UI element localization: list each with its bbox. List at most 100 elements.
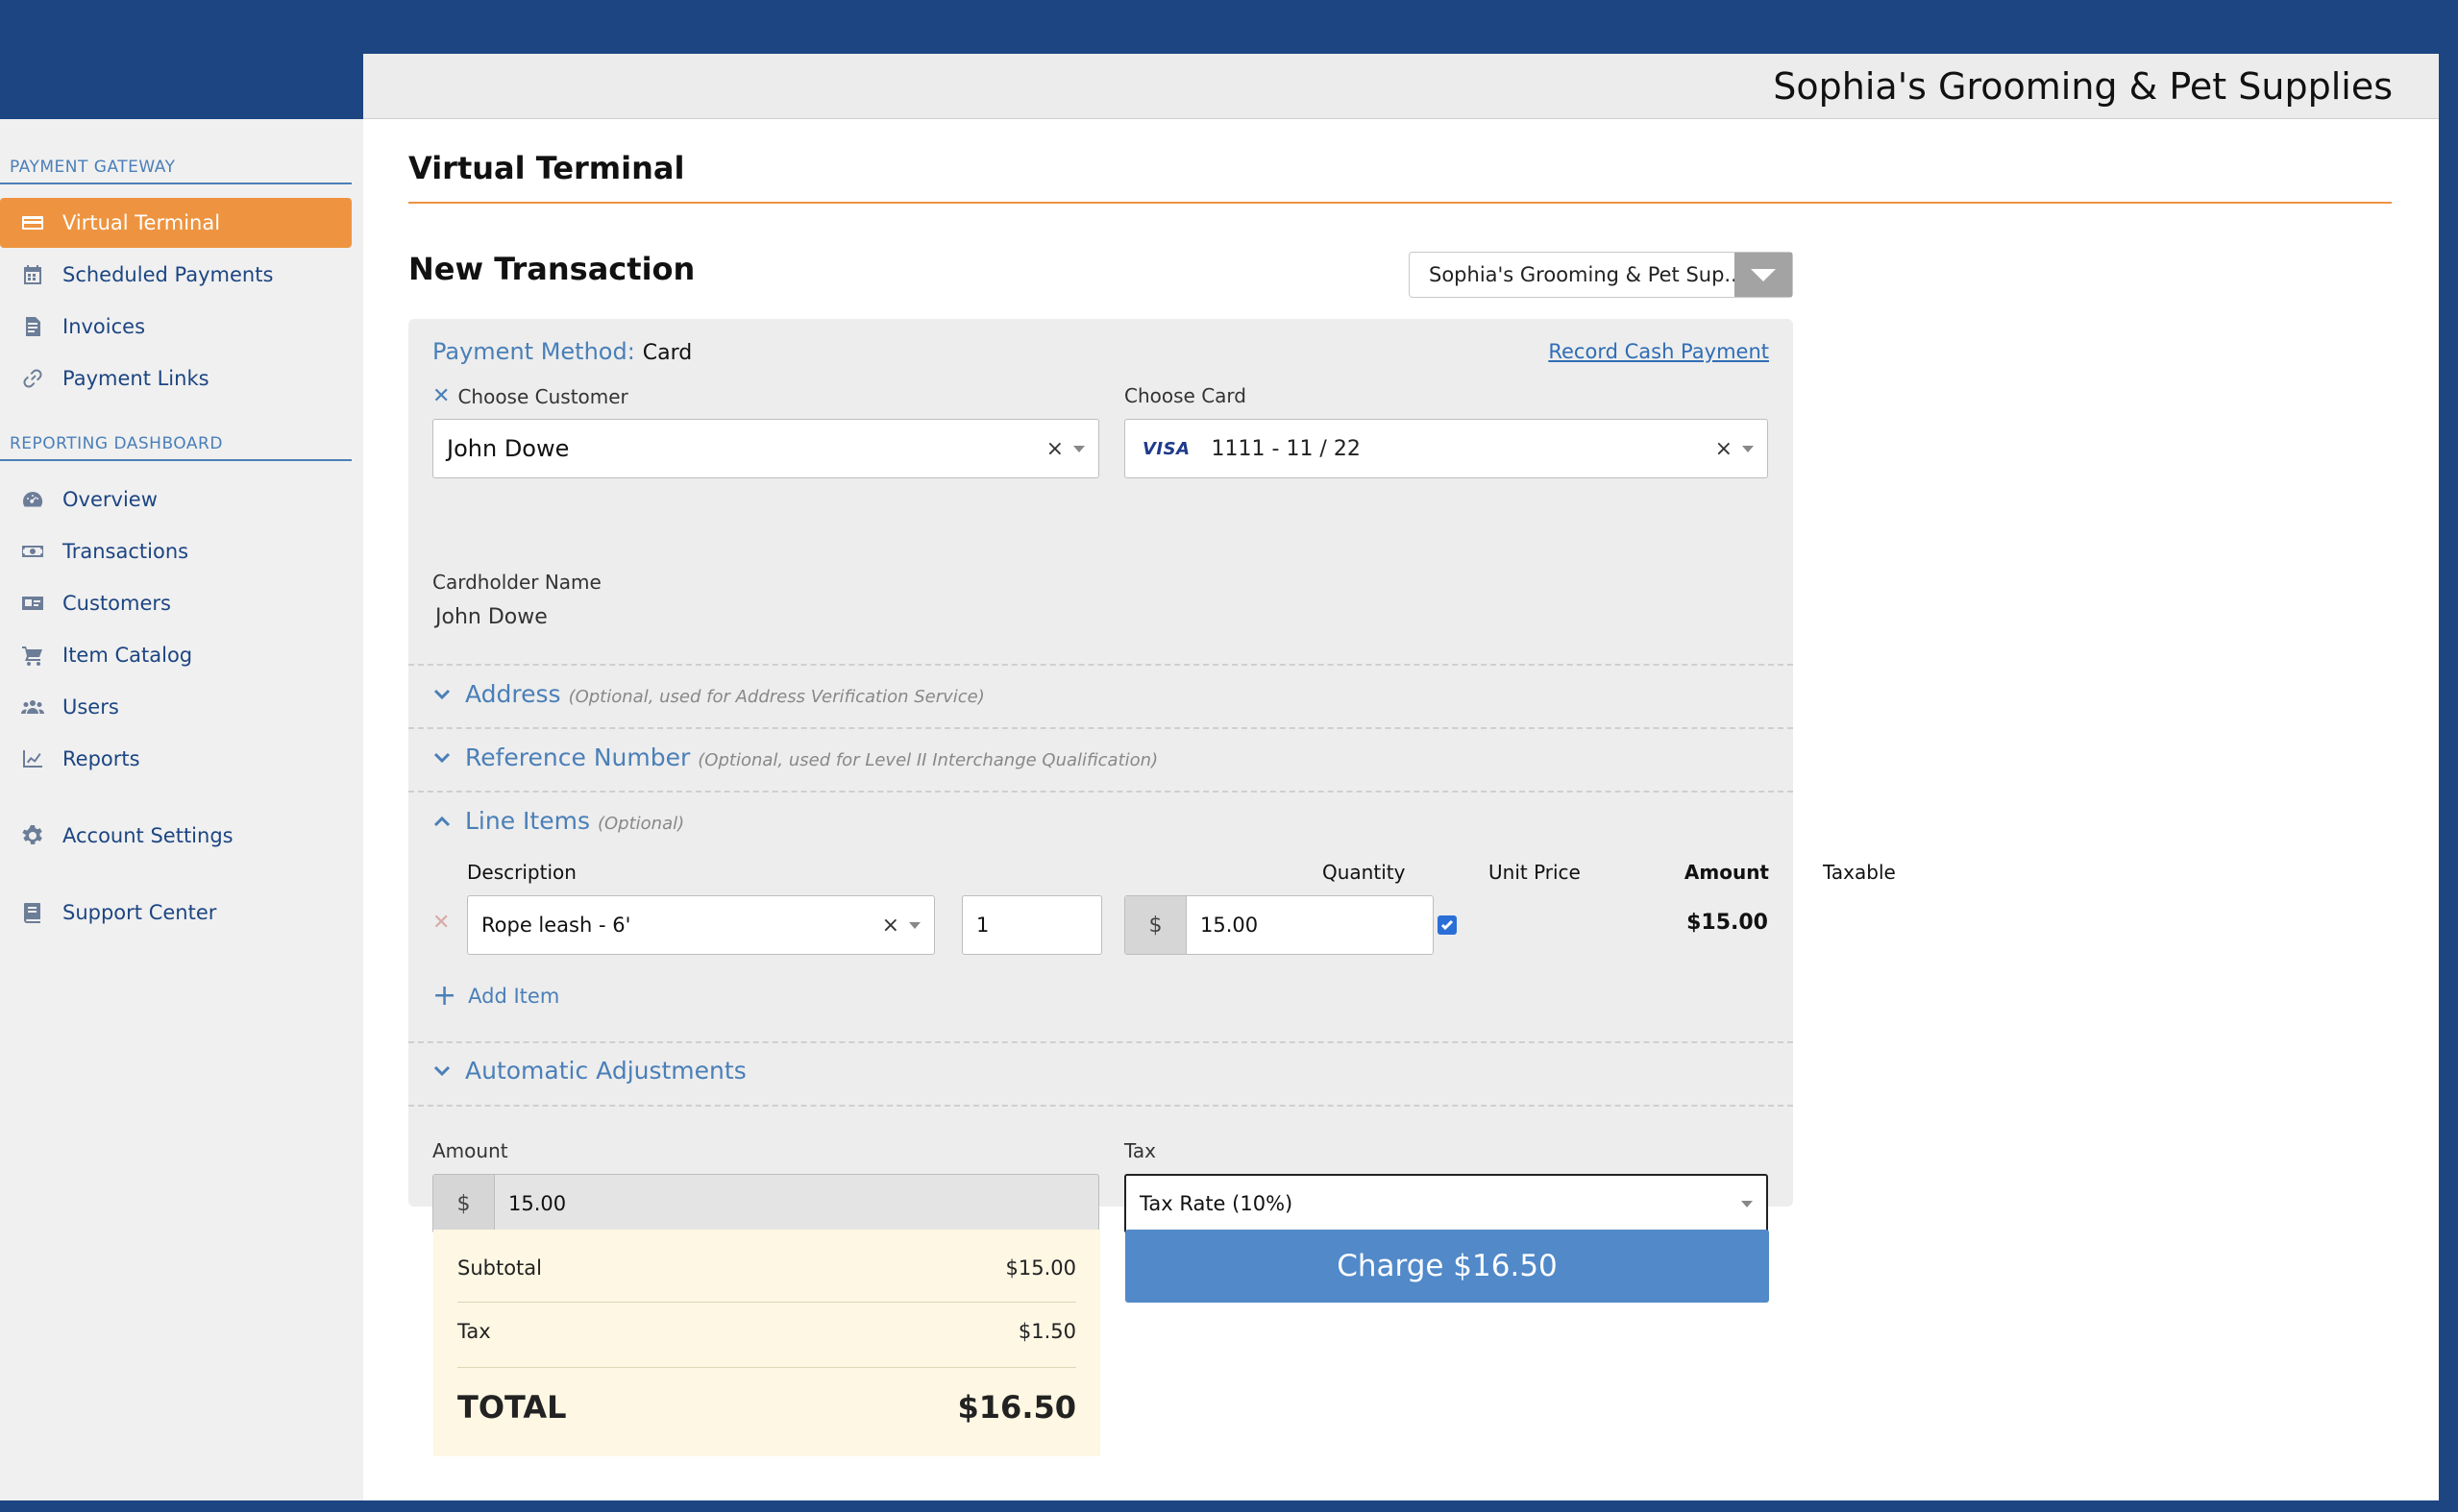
line-items-toggle[interactable]: Line Items (Optional) (432, 807, 684, 835)
chevron-down-icon (1741, 1200, 1753, 1207)
chevron-down-icon[interactable] (1734, 253, 1792, 297)
sidebar-item-customers[interactable]: Customers (0, 578, 352, 628)
record-cash-payment-link[interactable]: Record Cash Payment (1548, 340, 1769, 363)
line-item-amount: $15.00 (1686, 911, 1768, 935)
sidebar-item-transactions[interactable]: Transactions (0, 526, 352, 576)
clear-icon[interactable]: × (882, 914, 899, 938)
chevron-up-icon (432, 812, 452, 831)
main-content: Sophia's Grooming & Pet Supplies Virtual… (363, 54, 2439, 1500)
payment-method-value: Card (642, 341, 693, 365)
cardholder-name-value: John Dowe (435, 605, 548, 629)
sidebar-section-reporting-dashboard: REPORTING DASHBOARD (10, 434, 223, 453)
sidebar-item-virtual-terminal[interactable]: Virtual Terminal (0, 198, 352, 248)
clear-icon[interactable]: × (1715, 437, 1733, 461)
address-hint: (Optional, used for Address Verification… (568, 687, 985, 707)
address-toggle[interactable]: Address (Optional, used for Address Veri… (432, 680, 985, 708)
link-icon (19, 365, 46, 392)
sidebar-item-label: Reports (62, 747, 140, 770)
cardholder-name-label: Cardholder Name (432, 571, 602, 594)
automatic-adjustments-title: Automatic Adjustments (465, 1057, 747, 1085)
line-item-row: ✕ Rope leash - 6' × 1 $ 15.00 $15.00 (432, 895, 1768, 955)
users-icon (19, 694, 46, 720)
sidebar-item-label: Transactions (62, 540, 189, 563)
cart-icon (19, 642, 46, 669)
column-taxable: Taxable (1823, 861, 1896, 884)
sidebar-item-label: Support Center (62, 901, 217, 924)
unit-price-input[interactable]: $ 15.00 (1124, 895, 1434, 955)
sidebar-item-support-center[interactable]: Support Center (0, 888, 352, 938)
payment-method: Payment Method: Card (432, 338, 692, 365)
section-divider (408, 1041, 1793, 1043)
tax-select[interactable]: Tax Rate (10%) (1124, 1174, 1768, 1233)
document-icon (19, 313, 46, 340)
line-items-title: Line Items (465, 807, 590, 835)
customer-select[interactable]: John Dowe × (432, 419, 1099, 478)
card-select[interactable]: VISA 1111 - 11 / 22 × (1124, 419, 1768, 478)
visa-icon: VISA (1143, 438, 1191, 459)
checkmark-icon (1440, 919, 1454, 931)
tax-summary-value: $1.50 (1018, 1320, 1076, 1343)
chevron-down-icon (432, 1061, 452, 1081)
sidebar-item-overview[interactable]: Overview (0, 475, 352, 524)
clear-customer-icon[interactable]: ✕ (432, 384, 450, 408)
automatic-adjustments-toggle[interactable]: Automatic Adjustments (432, 1057, 747, 1085)
book-icon (19, 899, 46, 926)
currency-prefix: $ (1125, 896, 1187, 954)
section-divider (408, 1105, 1793, 1107)
summary-divider (457, 1302, 1076, 1303)
remove-item-icon[interactable]: ✕ (432, 911, 450, 935)
quantity-input[interactable]: 1 (962, 895, 1102, 955)
sidebar-item-label: Virtual Terminal (62, 211, 221, 234)
unit-price-value: 15.00 (1200, 914, 1259, 937)
section-divider (408, 791, 1793, 793)
reference-number-toggle[interactable]: Reference Number (Optional, used for Lev… (432, 744, 1158, 771)
address-title: Address (465, 680, 561, 708)
store-name: Sophia's Grooming & Pet Supplies (1773, 64, 2393, 108)
currency-prefix: $ (433, 1175, 495, 1232)
sidebar-item-reports[interactable]: Reports (0, 734, 352, 784)
calendar-icon (19, 261, 46, 288)
amount-label: Amount (432, 1139, 508, 1162)
transaction-panel: Payment Method: Card Record Cash Payment … (408, 319, 1896, 1233)
id-card-icon (19, 590, 46, 617)
chevron-down-icon (432, 748, 452, 768)
sidebar-divider (0, 459, 352, 461)
reference-number-hint: (Optional, used for Level II Interchange… (698, 750, 1159, 770)
sidebar-item-label: Overview (62, 488, 158, 511)
sidebar-item-payment-links[interactable]: Payment Links (0, 354, 352, 403)
section-title: New Transaction (408, 251, 696, 287)
sidebar-item-label: Item Catalog (62, 644, 193, 667)
item-description-value: Rope leash - 6' (481, 914, 631, 937)
merchant-select[interactable]: Sophia's Grooming & Pet Sup... (1409, 252, 1793, 298)
chevron-down-icon (432, 685, 452, 704)
sidebar-item-users[interactable]: Users (0, 682, 352, 732)
add-item-button[interactable]: + Add Item (432, 982, 559, 1011)
amount-value: 15.00 (508, 1192, 567, 1215)
summary-divider (457, 1367, 1076, 1368)
item-description-select[interactable]: Rope leash - 6' × (467, 895, 935, 955)
sidebar-divider (0, 183, 352, 184)
reference-number-title: Reference Number (465, 744, 691, 771)
sidebar-item-account-settings[interactable]: Account Settings (0, 811, 352, 861)
sidebar-item-invoices[interactable]: Invoices (0, 302, 352, 352)
card-select-value: 1111 - 11 / 22 (1211, 436, 1361, 461)
chevron-down-icon (1073, 445, 1085, 452)
sidebar-item-item-catalog[interactable]: Item Catalog (0, 630, 352, 680)
subtotal-row: Subtotal $15.00 (457, 1256, 1076, 1280)
sidebar-item-label: Account Settings (62, 824, 234, 847)
sidebar-item-label: Users (62, 695, 119, 719)
subtotal-value: $15.00 (1005, 1256, 1076, 1280)
column-description: Description (467, 861, 577, 884)
taxable-checkbox[interactable] (1438, 915, 1457, 935)
tax-select-value: Tax Rate (10%) (1140, 1192, 1293, 1215)
sidebar-item-scheduled-payments[interactable]: Scheduled Payments (0, 250, 352, 300)
total-value: $16.50 (957, 1389, 1076, 1426)
column-quantity: Quantity (1322, 861, 1406, 884)
sidebar-item-label: Customers (62, 592, 171, 615)
amount-input[interactable]: $ 15.00 (432, 1174, 1099, 1233)
sidebar-item-label: Scheduled Payments (62, 263, 274, 286)
choose-customer-header: ✕ Choose Customer (432, 384, 628, 408)
charge-button[interactable]: Charge $16.50 (1125, 1230, 1769, 1303)
clear-icon[interactable]: × (1046, 437, 1064, 461)
money-icon (19, 538, 46, 565)
